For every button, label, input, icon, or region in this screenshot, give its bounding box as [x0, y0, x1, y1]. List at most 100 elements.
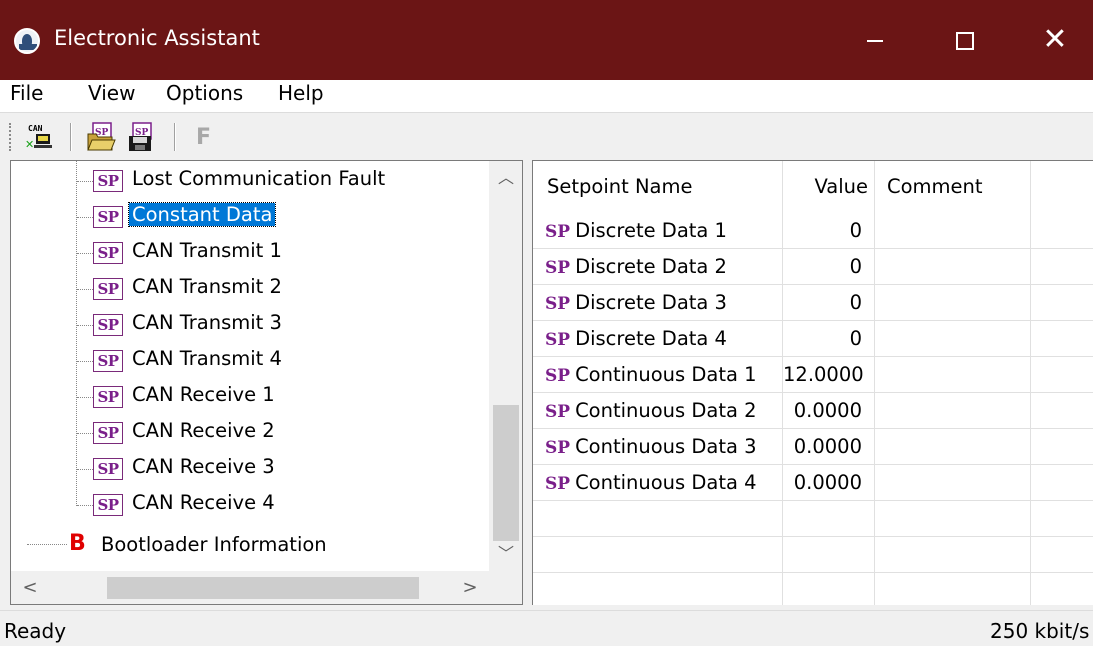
maximize-button[interactable]: [920, 0, 1010, 80]
maximize-icon: [956, 31, 974, 50]
setpoint-value[interactable]: 12.0000: [783, 357, 875, 393]
setpoint-name: Continuous Data 4: [575, 471, 757, 494]
setpoint-value[interactable]: 0: [783, 285, 875, 321]
setpoint-comment[interactable]: [875, 213, 1031, 249]
table-row[interactable]: SP Discrete Data 1 0: [533, 213, 1093, 249]
menu-view[interactable]: View: [88, 81, 135, 105]
tree-item-label: CAN Receive 1: [132, 383, 275, 406]
can-connect-button[interactable]: CAN ✕: [24, 122, 54, 152]
setpoint-comment[interactable]: [875, 249, 1031, 285]
setpoint-icon: SP: [93, 206, 123, 228]
save-setpoint-button[interactable]: SP: [126, 122, 156, 152]
baud-rate-indicator: 250 kbit/s: [990, 619, 1090, 643]
setpoint-icon: SP: [93, 458, 123, 480]
setpoint-icon: SP: [93, 278, 123, 300]
table-row[interactable]: SP Discrete Data 2 0: [533, 249, 1093, 285]
open-setpoint-button[interactable]: SP: [86, 122, 116, 152]
setpoint-value[interactable]: 0.0000: [783, 465, 875, 501]
tree-item[interactable]: SP CAN Receive 2: [11, 415, 491, 451]
tree-item-label: CAN Transmit 4: [132, 347, 282, 370]
table-row[interactable]: SP Continuous Data 3 0.0000: [533, 429, 1093, 465]
table-row[interactable]: SP Discrete Data 3 0: [533, 285, 1093, 321]
bootloader-icon: B: [69, 531, 86, 556]
status-text: Ready: [4, 619, 67, 643]
toolbar-separator: [174, 123, 176, 151]
horizontal-scroll-thumb[interactable]: [107, 577, 419, 599]
setpoint-value[interactable]: 0: [783, 249, 875, 285]
tree-item[interactable]: SP CAN Receive 3: [11, 451, 491, 487]
tree-item[interactable]: SP Lost Communication Fault: [11, 163, 491, 199]
close-button[interactable]: ✕: [1010, 0, 1093, 80]
window-title: Electronic Assistant: [54, 26, 260, 50]
setpoint-name: Discrete Data 1: [575, 219, 727, 242]
setpoint-icon: SP: [545, 402, 571, 422]
setpoint-name: Continuous Data 2: [575, 399, 757, 422]
tree-item-label: CAN Transmit 1: [132, 239, 282, 262]
tree-item-label: CAN Receive 2: [132, 419, 275, 442]
setpoint-icon: SP: [545, 258, 571, 278]
vertical-scroll-thumb[interactable]: [493, 405, 519, 541]
tree-item[interactable]: SP CAN Transmit 4: [11, 343, 491, 379]
tree-item[interactable]: SP CAN Transmit 1: [11, 235, 491, 271]
menu-help[interactable]: Help: [278, 81, 324, 105]
setpoint-icon: SP: [545, 294, 571, 314]
tree-item[interactable]: SP CAN Transmit 2: [11, 271, 491, 307]
setpoint-tree[interactable]: SP Lost Communication Fault SP Constant …: [10, 160, 523, 605]
setpoint-name: Continuous Data 1: [575, 363, 757, 386]
svg-text:CAN: CAN: [28, 124, 43, 133]
scroll-right-icon[interactable]: >: [455, 571, 485, 604]
menu-file[interactable]: File: [10, 81, 43, 105]
tree-item-label: Constant Data: [127, 202, 277, 227]
table-row[interactable]: SP Discrete Data 4 0: [533, 321, 1093, 357]
toolbar-grip[interactable]: [9, 123, 12, 151]
setpoint-comment[interactable]: [875, 285, 1031, 321]
setpoint-comment[interactable]: [875, 321, 1031, 357]
tree-horizontal-scrollbar[interactable]: < >: [11, 571, 489, 604]
column-header-setpoint-name[interactable]: Setpoint Name: [533, 161, 783, 213]
setpoint-value[interactable]: 0.0000: [783, 393, 875, 429]
table-row-empty: [533, 501, 1093, 537]
tree-item-label: Lost Communication Fault: [132, 167, 386, 190]
setpoint-name: Discrete Data 2: [575, 255, 727, 278]
setpoint-icon: SP: [545, 366, 571, 386]
setpoint-value[interactable]: 0: [783, 321, 875, 357]
setpoint-name: Discrete Data 3: [575, 291, 727, 314]
table-row-empty: [533, 537, 1093, 573]
minimize-button[interactable]: [830, 0, 920, 80]
column-header-value[interactable]: Value: [783, 161, 875, 213]
scroll-corner: [489, 571, 522, 604]
tree-item[interactable]: SP CAN Receive 1: [11, 379, 491, 415]
tree-vertical-scrollbar[interactable]: ︿ ﹀: [489, 161, 522, 571]
setpoint-comment[interactable]: [875, 393, 1031, 429]
column-header-comment[interactable]: Comment: [875, 161, 1031, 213]
can-connect-icon: CAN ✕: [25, 124, 52, 151]
flash-button[interactable]: F: [196, 125, 211, 150]
setpoint-grid[interactable]: Setpoint Name Value Comment SP Discrete D…: [532, 160, 1093, 605]
setpoint-value[interactable]: 0: [783, 213, 875, 249]
setpoint-icon: SP: [93, 422, 123, 444]
setpoint-icon: SP: [93, 242, 123, 264]
setpoint-name: Discrete Data 4: [575, 327, 727, 350]
setpoint-comment[interactable]: [875, 357, 1031, 393]
setpoint-value[interactable]: 0.0000: [783, 429, 875, 465]
tree-item[interactable]: SP CAN Receive 4: [11, 487, 491, 523]
tree-item-selected[interactable]: SP Constant Data: [11, 199, 491, 235]
table-row[interactable]: SP Continuous Data 4 0.0000: [533, 465, 1093, 501]
setpoint-comment[interactable]: [875, 465, 1031, 501]
table-row[interactable]: SP Continuous Data 2 0.0000: [533, 393, 1093, 429]
setpoint-icon: SP: [545, 330, 571, 350]
tree-item-bootloader[interactable]: Bootloader Information: [101, 533, 327, 556]
app-icon[interactable]: [14, 28, 40, 54]
setpoint-icon: SP: [93, 386, 123, 408]
open-folder-icon: SP: [87, 122, 116, 151]
setpoint-icon: SP: [93, 170, 123, 192]
menu-options[interactable]: Options: [166, 81, 243, 105]
table-row[interactable]: SP Continuous Data 1 12.0000: [533, 357, 1093, 393]
scroll-up-icon[interactable]: ︿: [489, 163, 522, 193]
tree-item[interactable]: SP CAN Transmit 3: [11, 307, 491, 343]
tree-item-label: CAN Receive 3: [132, 455, 275, 478]
setpoint-comment[interactable]: [875, 429, 1031, 465]
scroll-left-icon[interactable]: <: [15, 571, 45, 604]
scroll-down-icon[interactable]: ﹀: [489, 539, 522, 569]
status-bar: Ready 250 kbit/s: [0, 610, 1093, 646]
